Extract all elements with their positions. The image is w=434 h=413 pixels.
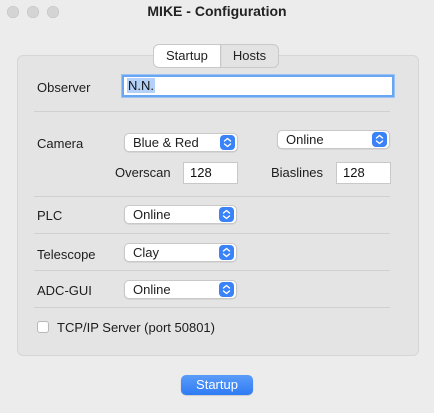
observer-label: Observer [37, 80, 91, 95]
tab-hosts[interactable]: Hosts [221, 45, 278, 67]
plc-label: PLC [37, 208, 63, 223]
plc-select[interactable]: Online [124, 205, 237, 224]
divider [34, 233, 390, 234]
tab-bar: Startup Hosts [153, 44, 280, 68]
divider [34, 111, 390, 112]
startup-button[interactable]: Startup [181, 375, 253, 395]
overscan-field[interactable]: 128 [183, 162, 238, 184]
divider [34, 307, 390, 308]
telescope-label: Telescope [37, 247, 96, 262]
tcpip-server-label[interactable]: TCP/IP Server (port 50801) [57, 320, 215, 335]
chevron-updown-icon [219, 207, 234, 222]
overscan-label: Overscan [115, 165, 171, 180]
camera-mode-select[interactable]: Blue & Red [124, 133, 238, 152]
chevron-updown-icon [372, 132, 387, 147]
window-title: MIKE - Configuration [147, 3, 287, 19]
configuration-window: MIKE - Configuration Startup Hosts Obser… [0, 0, 434, 413]
divider [34, 196, 390, 197]
chevron-updown-icon [219, 245, 234, 260]
adc-gui-label: ADC-GUI [37, 283, 92, 298]
chevron-updown-icon [219, 282, 234, 297]
adc-gui-select[interactable]: Online [124, 280, 237, 299]
biaslines-label: Biaslines [271, 165, 324, 180]
tab-startup[interactable]: Startup [154, 45, 221, 67]
observer-field[interactable]: N.N. [122, 75, 394, 97]
tcpip-server-checkbox[interactable] [37, 321, 49, 333]
camera-status-value: Online [286, 132, 324, 147]
chevron-updown-icon [220, 135, 235, 150]
camera-label: Camera [37, 136, 84, 151]
biaslines-field[interactable]: 128 [336, 162, 391, 184]
observer-value: N.N. [127, 78, 155, 93]
camera-mode-value: Blue & Red [133, 135, 199, 150]
adc-gui-value: Online [133, 282, 171, 297]
telescope-select[interactable]: Clay [124, 243, 237, 262]
telescope-value: Clay [133, 245, 160, 260]
title-bar: MIKE - Configuration [0, 0, 434, 24]
plc-value: Online [133, 207, 171, 222]
camera-status-select[interactable]: Online [277, 130, 390, 149]
divider [34, 270, 390, 271]
